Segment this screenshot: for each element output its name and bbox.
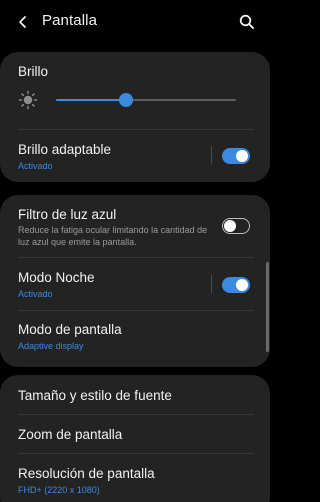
search-icon: [239, 14, 254, 29]
blue-light-filter-description: Reduce la fatiga ocular limitando la can…: [18, 225, 208, 247]
divider: [18, 414, 254, 415]
night-mode-status: Activado: [18, 289, 53, 299]
display-settings-screen: Pantalla Brillo Brillo adaptable Activad…: [0, 0, 270, 502]
divider: [18, 129, 254, 130]
screen-mode-label[interactable]: Modo de pantalla: [18, 322, 122, 337]
blue-light-filter-label[interactable]: Filtro de luz azul: [18, 207, 116, 222]
app-bar: Pantalla: [0, 0, 270, 44]
page-title: Pantalla: [42, 12, 98, 29]
font-size-style-item[interactable]: Tamaño y estilo de fuente: [18, 388, 172, 403]
night-mode-toggle[interactable]: [222, 277, 250, 293]
adaptive-brightness-toggle[interactable]: [222, 148, 250, 164]
back-button[interactable]: [10, 9, 36, 35]
blue-light-filter-toggle[interactable]: [222, 218, 250, 234]
vertical-separator: [211, 146, 212, 164]
adaptive-brightness-label[interactable]: Brillo adaptable: [18, 142, 111, 157]
toggle-knob: [236, 279, 248, 291]
search-button[interactable]: [234, 9, 260, 35]
screen-zoom-item[interactable]: Zoom de pantalla: [18, 427, 122, 442]
scrollbar[interactable]: [266, 262, 269, 352]
sun-icon: [18, 90, 38, 110]
screen-resolution-label[interactable]: Resolución de pantalla: [18, 466, 155, 481]
toggle-knob: [224, 219, 236, 232]
toggle-knob: [236, 150, 248, 162]
back-arrow-icon: [19, 16, 26, 28]
divider: [18, 257, 254, 258]
vertical-separator: [211, 275, 212, 293]
brightness-slider-fill: [56, 99, 127, 101]
brightness-slider[interactable]: [56, 93, 236, 107]
adaptive-brightness-status: Activado: [18, 161, 53, 171]
divider: [18, 453, 254, 454]
screen-mode-value: Adaptive display: [18, 341, 84, 351]
brightness-label: Brillo: [18, 64, 49, 79]
screen-resolution-value: FHD+ (2220 x 1080): [18, 485, 100, 495]
divider: [18, 310, 254, 311]
night-mode-label[interactable]: Modo Noche: [18, 270, 95, 285]
